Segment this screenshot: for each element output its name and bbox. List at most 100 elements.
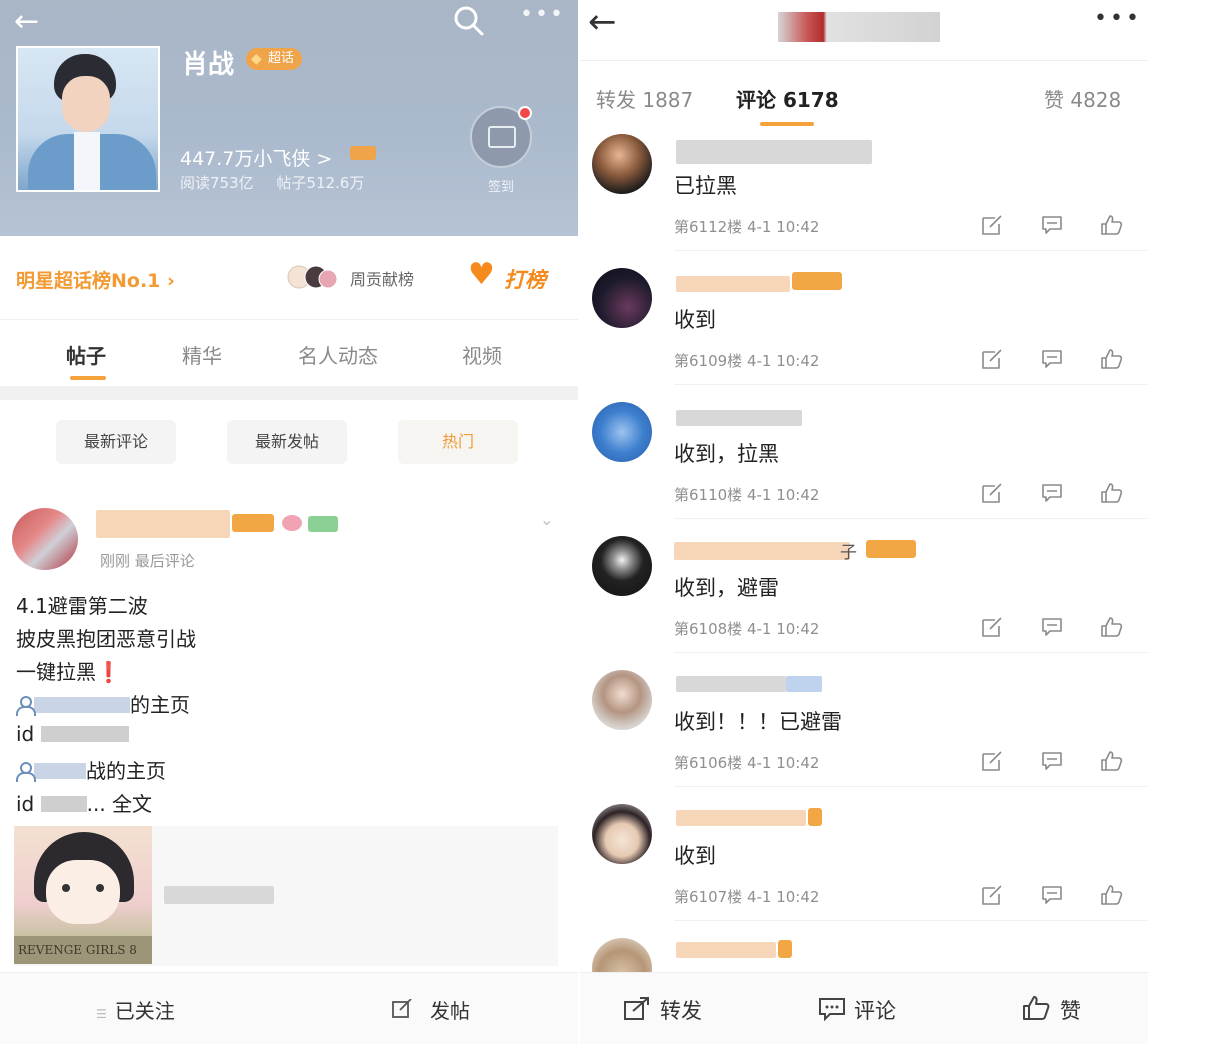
back-arrow-icon[interactable]: ← (588, 2, 617, 42)
avatar[interactable] (592, 402, 652, 462)
fulltext-link[interactable]: ... 全文 (87, 792, 152, 816)
filter-latest-comment[interactable]: 最新评论 (56, 420, 176, 464)
like-button[interactable]: 赞 (1060, 995, 1081, 1025)
comment-button[interactable]: 评论 (854, 995, 896, 1025)
vip-badge (232, 514, 274, 532)
comment-meta: 第6109楼 4-1 10:42 (674, 352, 820, 370)
tab-posts[interactable]: 帖子 (66, 340, 106, 369)
homepage-link[interactable]: 的主页 (16, 689, 190, 718)
comment-item (580, 938, 1148, 998)
search-icon[interactable] (452, 4, 486, 38)
checkin-button[interactable] (470, 106, 532, 168)
username-redacted[interactable] (676, 676, 786, 692)
checkin-label: 签到 (488, 180, 515, 195)
reply-edit-icon[interactable] (980, 750, 1004, 772)
comment-item: 收到 第6107楼 4-1 10:42 (580, 804, 1148, 938)
username-redacted[interactable] (676, 810, 806, 826)
comment-icon[interactable] (1040, 884, 1064, 906)
avatar[interactable] (12, 508, 78, 570)
compose-icon[interactable] (392, 999, 412, 1019)
redacted-id (40, 726, 129, 742)
more-icon[interactable]: ••• (520, 2, 565, 27)
repost-button[interactable]: 转发 (660, 995, 702, 1025)
title-redacted (778, 12, 940, 42)
chevron-down-icon[interactable]: ⌄ (540, 510, 553, 529)
reply-edit-icon[interactable] (980, 616, 1004, 638)
filter-hot[interactable]: 热门 (398, 420, 518, 464)
post-text-line: 4.1避雷第二波 (16, 594, 148, 618)
homepage-link[interactable]: 战的主页 (16, 755, 166, 784)
reply-edit-icon[interactable] (980, 482, 1004, 504)
comment-icon[interactable] (1040, 214, 1064, 236)
like-icon[interactable] (1022, 995, 1050, 1021)
tab-likes[interactable]: 赞 4828 (1044, 84, 1121, 113)
like-icon[interactable] (1100, 884, 1124, 906)
tab-celebrity[interactable]: 名人动态 (298, 340, 378, 369)
post-button[interactable]: 发帖 (430, 995, 470, 1024)
comment-item: 收到 第6109楼 4-1 10:42 (580, 268, 1148, 402)
comment-meta: 第6112楼 4-1 10:42 (674, 218, 820, 236)
comment-divider (674, 384, 1148, 385)
like-icon[interactable] (1100, 482, 1124, 504)
reply-edit-icon[interactable] (980, 348, 1004, 370)
username-redacted[interactable] (674, 542, 850, 560)
redacted-id (40, 796, 87, 812)
redacted-name (34, 763, 86, 779)
quoted-post-image[interactable]: REVENGE GIRLS 8 (14, 826, 152, 964)
repost-icon[interactable] (624, 997, 650, 1021)
rank-link[interactable]: 明星超话榜No.1 › (16, 266, 175, 293)
comment-meta: 第6110楼 4-1 10:42 (674, 486, 820, 504)
tab-featured[interactable]: 精华 (182, 340, 222, 369)
tab-reposts[interactable]: 转发 1887 (596, 84, 693, 113)
list-icon: ☰ (96, 1007, 107, 1021)
supertopic-page: ← ••• 肖战 超话 447.7万小飞侠 > 阅读753亿 帖子512.6万 … (0, 0, 578, 1044)
heart-icon[interactable]: ♥ (468, 260, 495, 290)
comment-icon[interactable] (818, 997, 846, 1021)
super-topic-badge: 超话 (246, 48, 303, 70)
avatar[interactable] (592, 804, 652, 864)
username-redacted[interactable] (676, 942, 776, 958)
like-icon[interactable] (1100, 616, 1124, 638)
comment-icon[interactable] (1040, 348, 1064, 370)
tab-video[interactable]: 视频 (462, 340, 502, 369)
comment-item: 收到，拉黑 第6110楼 4-1 10:42 (580, 402, 1148, 536)
post-detail-page: ← ••• 转发 1887 评论 6178 赞 4828 已拉黑 第6112楼 … (580, 0, 1148, 1044)
post-text-line: 披皮黑抱团恶意引战 (16, 627, 196, 651)
post-meta: 刚刚 最后评论 (100, 552, 195, 570)
comment-divider (674, 250, 1148, 251)
username-redacted[interactable] (676, 410, 802, 426)
username-redacted[interactable] (96, 510, 230, 538)
like-icon[interactable] (1100, 348, 1124, 370)
avatar[interactable] (592, 268, 652, 328)
header-divider (580, 60, 1148, 61)
username-suffix: 子 (840, 543, 857, 563)
more-icon[interactable]: ••• (1094, 6, 1142, 31)
username-redacted[interactable] (676, 140, 872, 164)
comment-icon[interactable] (1040, 482, 1064, 504)
fans-count[interactable]: 447.7万小飞侠 > (180, 144, 332, 171)
id-line: id (16, 722, 129, 746)
like-icon[interactable] (1100, 750, 1124, 772)
comment-text: 收到 (674, 308, 716, 332)
weekly-contrib-link[interactable]: 周贡献榜 (350, 266, 414, 290)
avatar[interactable] (592, 134, 652, 194)
notification-dot (518, 106, 532, 120)
rank-bar: 明星超话榜No.1 › 周贡献榜 ♥ 打榜 (0, 236, 578, 320)
active-tab-indicator (70, 376, 106, 380)
back-arrow-icon[interactable]: ← (14, 4, 39, 39)
avatar[interactable] (592, 670, 652, 730)
followed-button[interactable]: ☰ 已关注 (96, 995, 175, 1024)
post-text-line: 一键拉黑❗ (16, 660, 121, 684)
comment-item: 已拉黑 第6112楼 4-1 10:42 (580, 134, 1148, 268)
comment-icon[interactable] (1040, 750, 1064, 772)
tab-comments[interactable]: 评论 6178 (736, 84, 839, 113)
username-redacted[interactable] (676, 276, 790, 292)
reply-edit-icon[interactable] (980, 884, 1004, 906)
avatar[interactable] (592, 536, 652, 596)
reply-edit-icon[interactable] (980, 214, 1004, 236)
quoted-title-redacted (164, 886, 274, 904)
filter-latest-post[interactable]: 最新发帖 (227, 420, 347, 464)
comment-icon[interactable] (1040, 616, 1064, 638)
dabang-button[interactable]: 打榜 (504, 264, 546, 294)
like-icon[interactable] (1100, 214, 1124, 236)
